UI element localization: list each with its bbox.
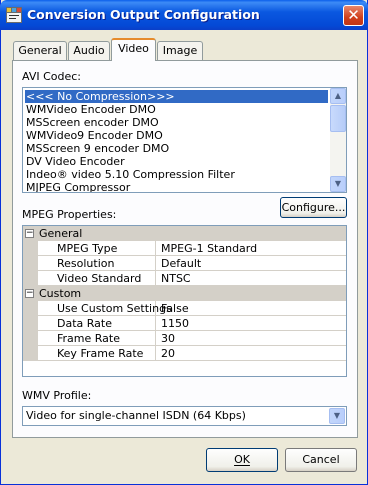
- list-item[interactable]: WMVideo Encoder DMO: [25, 103, 156, 116]
- property-value[interactable]: False: [156, 301, 346, 316]
- tab-video[interactable]: Video: [111, 38, 156, 61]
- category-label: General: [39, 227, 83, 240]
- list-item[interactable]: MJPEG Compressor: [25, 181, 130, 192]
- tab-general[interactable]: General: [13, 41, 67, 60]
- property-name: Use Custom Settings: [38, 301, 172, 316]
- dialog-window: Conversion Output Configuration ✕ Genera…: [0, 0, 368, 485]
- property-name: Video Standard: [38, 271, 156, 286]
- category-general[interactable]: − General: [23, 226, 346, 241]
- property-name: Data Rate: [38, 316, 156, 331]
- tab-image[interactable]: Image: [157, 41, 203, 60]
- property-value[interactable]: 1150: [156, 316, 346, 331]
- property-row[interactable]: Resolution Default: [23, 256, 346, 271]
- ok-button-label: OK: [234, 453, 250, 466]
- mpeg-properties-label: MPEG Properties:: [22, 208, 117, 221]
- list-item[interactable]: Indeo® video 5.10 Compression Filter: [25, 168, 235, 181]
- list-item[interactable]: <<< No Compression>>>: [25, 90, 328, 103]
- collapse-icon[interactable]: −: [25, 289, 34, 298]
- category-label: Custom: [39, 287, 82, 300]
- cancel-button[interactable]: Cancel: [285, 448, 357, 472]
- property-value[interactable]: NTSC: [156, 271, 346, 286]
- collapse-icon[interactable]: −: [25, 229, 34, 238]
- property-name: Key Frame Rate: [38, 346, 156, 361]
- chevron-down-icon[interactable]: ▼: [329, 408, 345, 424]
- property-value[interactable]: MPEG-1 Standard: [156, 241, 346, 256]
- property-row[interactable]: Video Standard NTSC: [23, 271, 346, 286]
- avi-codec-list[interactable]: <<< No Compression>>> WMVideo Encoder DM…: [22, 87, 347, 193]
- property-row[interactable]: Frame Rate 30: [23, 331, 346, 346]
- property-value[interactable]: 20: [156, 346, 346, 361]
- list-scrollbar[interactable]: ▲ ▼: [330, 88, 346, 192]
- mpeg-property-grid[interactable]: − General MPEG Type MPEG-1 Standard Reso…: [22, 225, 347, 377]
- property-row[interactable]: Data Rate 1150: [23, 316, 346, 331]
- scroll-up-icon[interactable]: ▲: [330, 88, 346, 104]
- tab-audio[interactable]: Audio: [68, 41, 110, 60]
- wmv-profile-select[interactable]: Video for single-channel ISDN (64 Kbps) …: [22, 406, 347, 426]
- window-title: Conversion Output Configuration: [27, 7, 260, 22]
- wmv-profile-label: WMV Profile:: [22, 389, 92, 402]
- scroll-thumb[interactable]: [330, 105, 346, 132]
- category-custom[interactable]: − Custom: [23, 286, 346, 301]
- property-row[interactable]: Use Custom Settings False: [23, 301, 346, 316]
- property-name: Frame Rate: [38, 331, 156, 346]
- list-item[interactable]: MSScreen encoder DMO: [25, 116, 159, 129]
- wmv-profile-value: Video for single-channel ISDN (64 Kbps): [26, 409, 246, 422]
- avi-codec-label: AVI Codec:: [22, 70, 82, 83]
- configure-button[interactable]: Configure...: [280, 197, 347, 218]
- property-value[interactable]: 30: [156, 331, 346, 346]
- list-item[interactable]: MSScreen 9 encoder DMO: [25, 142, 169, 155]
- property-value[interactable]: Default: [156, 256, 346, 271]
- title-bar[interactable]: Conversion Output Configuration ✕: [0, 0, 368, 30]
- property-row[interactable]: MPEG Type MPEG-1 Standard: [23, 241, 346, 256]
- scroll-down-icon[interactable]: ▼: [330, 176, 346, 192]
- property-name: Resolution: [38, 256, 156, 271]
- close-button[interactable]: ✕: [343, 5, 364, 26]
- property-name: MPEG Type: [38, 241, 156, 256]
- ok-button[interactable]: OK: [206, 448, 278, 472]
- app-icon: [6, 7, 22, 23]
- list-item[interactable]: WMVideo9 Encoder DMO: [25, 129, 163, 142]
- cancel-button-label: Cancel: [302, 453, 340, 466]
- property-row[interactable]: Key Frame Rate 20: [23, 346, 346, 361]
- list-item[interactable]: DV Video Encoder: [25, 155, 125, 168]
